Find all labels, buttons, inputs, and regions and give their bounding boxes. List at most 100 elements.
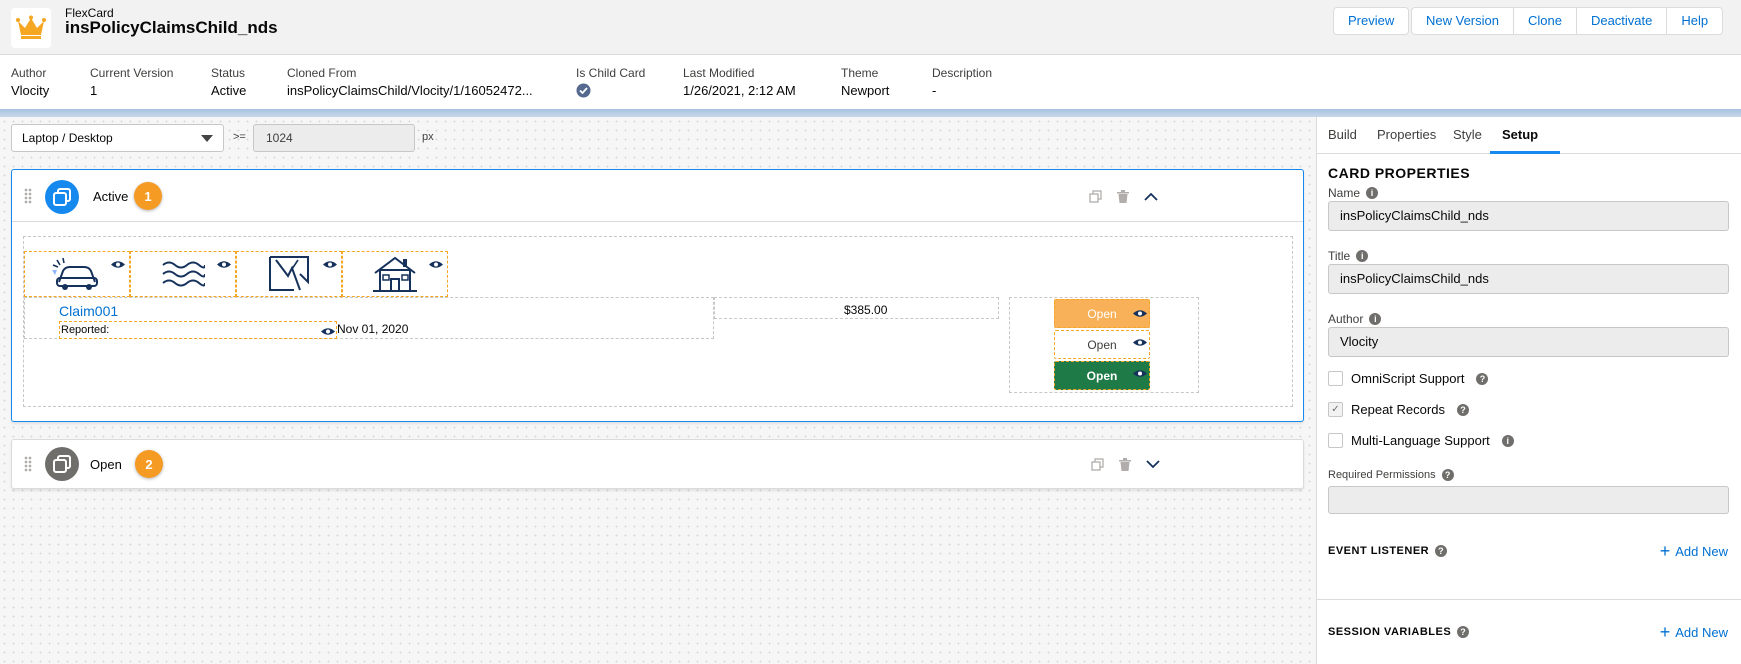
omniscript-support-checkbox[interactable]: OmniScript Support ?	[1328, 371, 1489, 386]
action-button-group: New Version Clone Deactivate Help	[1411, 7, 1724, 35]
title-field[interactable]: insPolicyClaimsChild_nds	[1328, 264, 1729, 294]
name-field[interactable]: insPolicyClaimsChild_nds	[1328, 201, 1729, 231]
preview-group: Preview	[1333, 7, 1410, 35]
event-listener-heading: EVENT LISTENER ?	[1328, 545, 1448, 557]
tab-setup[interactable]: Setup	[1502, 127, 1538, 142]
info-icon[interactable]: i	[1369, 313, 1382, 325]
checkbox-checked[interactable]: ✓	[1328, 402, 1343, 417]
flood-icon	[162, 261, 205, 287]
eye-icon	[323, 261, 337, 268]
reported-date: Nov 01, 2020	[337, 322, 409, 336]
plus-icon: +	[1659, 622, 1671, 642]
help-icon[interactable]: ?	[1456, 403, 1469, 416]
checkbox-unchecked[interactable]	[1328, 371, 1343, 386]
tab-properties[interactable]: Properties	[1377, 127, 1436, 142]
open-button-warning[interactable]: Open	[1054, 299, 1150, 328]
drag-handle-icon[interactable]	[24, 188, 32, 204]
step-badge: 2	[135, 450, 163, 478]
help-icon[interactable]: ?	[1435, 545, 1448, 557]
panel-tabs: Build Properties Style Setup	[1317, 117, 1741, 154]
plus-icon: +	[1659, 541, 1671, 561]
repeat-records-checkbox[interactable]: ✓ Repeat Records ?	[1328, 402, 1469, 417]
eye-icon	[1133, 370, 1147, 377]
copy-icon[interactable]	[1089, 456, 1105, 472]
add-event-listener-button[interactable]: + Add New	[1659, 541, 1728, 561]
new-version-button[interactable]: New Version	[1412, 8, 1513, 34]
state-name: Open	[90, 457, 122, 472]
required-permissions-label: Required Permissions ?	[1328, 469, 1454, 481]
reported-field[interactable]: Reported:	[59, 321, 337, 339]
tab-style[interactable]: Style	[1453, 127, 1482, 142]
section-divider	[1317, 599, 1741, 600]
broken-window-icon-box[interactable]	[236, 251, 342, 297]
eye-icon	[111, 261, 125, 268]
clone-button[interactable]: Clone	[1512, 8, 1576, 34]
state-header[interactable]: Active 1	[12, 170, 1303, 222]
trash-icon[interactable]	[1115, 188, 1131, 204]
meta-last-modified: Last Modified 1/26/2021, 2:12 AM	[683, 66, 796, 98]
open-button-neutral[interactable]: Open	[1054, 330, 1150, 359]
checkbox-unchecked[interactable]	[1328, 433, 1343, 448]
design-canvas: Laptop / Desktop >= 1024 px Active 1 Cla…	[0, 117, 1316, 664]
copy-icon[interactable]	[1087, 188, 1103, 204]
breakpoint-input[interactable]: 1024	[253, 124, 415, 152]
claim-amount: $385.00	[844, 303, 888, 317]
device-select[interactable]: Laptop / Desktop	[11, 124, 224, 152]
drag-handle-icon[interactable]	[24, 456, 32, 472]
help-icon[interactable]: ?	[1457, 626, 1470, 638]
author-label: Author i	[1328, 312, 1382, 326]
broken-window-icon	[269, 256, 309, 291]
eye-icon	[429, 261, 443, 268]
claim-id-link[interactable]: Claim001	[59, 303, 118, 319]
help-icon[interactable]: ?	[1441, 469, 1454, 481]
session-variables-heading: SESSION VARIABLES ?	[1328, 626, 1470, 638]
state-active[interactable]: Active 1 Claim001 Reported: Nov 01, 2020…	[11, 169, 1304, 422]
flood-icon-box[interactable]	[130, 251, 236, 297]
meta-description: Description -	[932, 66, 993, 98]
deactivate-button[interactable]: Deactivate	[1575, 8, 1666, 34]
properties-panel: Build Properties Style Setup CARD PROPER…	[1316, 117, 1741, 664]
chevron-down-icon	[201, 135, 213, 142]
chevron-up-icon[interactable]	[1143, 188, 1159, 204]
eye-icon	[1133, 310, 1147, 317]
preview-button[interactable]: Preview	[1334, 8, 1408, 34]
state-open[interactable]: Open 2	[11, 439, 1304, 489]
name-label: Name i	[1328, 186, 1379, 200]
car-crash-icon-box[interactable]	[24, 251, 130, 297]
eye-icon	[217, 261, 231, 268]
info-icon[interactable]: i	[1366, 187, 1379, 199]
state-icon	[45, 180, 79, 214]
eye-icon	[321, 328, 335, 335]
open-button-success[interactable]: Open	[1054, 361, 1150, 390]
meta-theme: Theme Newport	[841, 66, 890, 98]
eye-icon	[1133, 339, 1147, 346]
meta-author: Author Vlocity	[11, 66, 50, 98]
house-icon-box[interactable]	[342, 251, 448, 297]
trash-icon[interactable]	[1117, 456, 1133, 472]
page-header: FlexCard insPolicyClaimsChild_nds Previe…	[0, 0, 1741, 55]
meta-version: Current Version 1	[90, 66, 174, 98]
card-content-block[interactable]: Claim001 Reported: Nov 01, 2020 $385.00 …	[23, 236, 1293, 407]
meta-cloned-from: Cloned From insPolicyClaimsChild/Vlocity…	[287, 66, 533, 98]
add-session-variable-button[interactable]: + Add New	[1659, 622, 1728, 642]
check-circle-icon	[576, 83, 645, 101]
meta-status: Status Active	[211, 66, 247, 98]
crown-icon	[11, 8, 51, 48]
state-icon	[45, 447, 79, 481]
state-header[interactable]: Open 2	[12, 440, 1303, 488]
required-permissions-field[interactable]	[1328, 486, 1729, 514]
help-icon[interactable]: ?	[1476, 372, 1489, 385]
info-icon[interactable]: i	[1501, 434, 1514, 447]
card-metadata: Author Vlocity Current Version 1 Status …	[0, 55, 1741, 109]
card-properties-heading: CARD PROPERTIES	[1328, 165, 1471, 181]
decorative-band	[0, 109, 1741, 117]
chevron-down-icon[interactable]	[1145, 456, 1161, 472]
meta-is-child: Is Child Card	[576, 66, 645, 101]
help-button[interactable]: Help	[1666, 8, 1722, 34]
tab-build[interactable]: Build	[1328, 127, 1357, 142]
author-field[interactable]: Vlocity	[1328, 327, 1729, 357]
multi-language-checkbox[interactable]: Multi-Language Support i	[1328, 433, 1514, 448]
title-label: Title i	[1328, 249, 1369, 263]
info-icon[interactable]: i	[1356, 250, 1369, 262]
step-badge: 1	[134, 182, 162, 210]
